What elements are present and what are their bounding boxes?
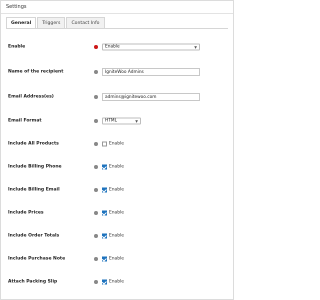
help-circle-icon[interactable] (94, 165, 98, 169)
format-select[interactable]: HTML ▼ (102, 117, 141, 125)
checkbox-box[interactable] (102, 233, 107, 239)
billing-email-label: Include Billing Email (8, 187, 60, 193)
title-divider (1, 13, 233, 14)
checkbox-box[interactable] (102, 279, 107, 285)
row-recipient: Name of the recipient IgniteWoo Admins (1, 66, 235, 78)
tab-triggers[interactable]: Triggers (37, 17, 66, 28)
chevron-down-icon: ▼ (194, 45, 197, 49)
tab-contact-info[interactable]: Contact Info (66, 17, 105, 28)
help-circle-icon[interactable] (94, 119, 98, 123)
help-circle-icon[interactable] (94, 280, 98, 284)
order-totals-text: Enable (109, 233, 124, 239)
prices-checkbox[interactable]: Enable (102, 210, 124, 216)
packing-slip-text: Enable (109, 279, 124, 285)
billing-phone-checkbox[interactable]: Enable (102, 164, 124, 170)
tab-divider (6, 28, 228, 29)
email-input[interactable]: admins@ignitewoo.com (102, 93, 200, 101)
billing-email-checkbox[interactable]: Enable (102, 187, 124, 193)
billing-phone-label: Include Billing Phone (8, 164, 62, 170)
packing-slip-label: Attach Packing Slip (8, 279, 58, 285)
row-all-products: Include All Products Enable (1, 138, 235, 150)
billing-email-text: Enable (109, 187, 124, 193)
recipient-input[interactable]: IgniteWoo Admins (102, 68, 200, 76)
all-products-text: Enable (109, 141, 124, 147)
row-enable: Enable Enable ▼ (1, 41, 235, 53)
purchase-note-checkbox[interactable]: Enable (102, 256, 124, 262)
enable-label: Enable (8, 44, 26, 50)
checkbox-box[interactable] (102, 210, 107, 216)
help-circle-icon[interactable] (94, 45, 98, 49)
row-purchase-note: Include Purchase Note Enable (1, 253, 235, 265)
help-circle-icon[interactable] (94, 95, 98, 99)
row-billing-phone: Include Billing Phone Enable (1, 161, 235, 173)
help-circle-icon[interactable] (94, 188, 98, 192)
help-circle-icon[interactable] (94, 70, 98, 74)
purchase-note-label: Include Purchase Note (8, 256, 66, 262)
settings-panel: Settings General Triggers Contact Info E… (0, 0, 234, 300)
enable-select[interactable]: Enable ▼ (102, 43, 200, 51)
chevron-down-icon: ▼ (135, 119, 138, 123)
checkbox-box[interactable] (102, 256, 107, 262)
enable-select-value: Enable (105, 44, 120, 50)
checkbox-box[interactable] (102, 141, 107, 147)
row-format: Email Format HTML ▼ (1, 115, 235, 127)
row-prices: Include Prices Enable (1, 207, 235, 219)
help-circle-icon[interactable] (94, 257, 98, 261)
checkbox-box[interactable] (102, 164, 107, 170)
tab-bar: General Triggers Contact Info (6, 17, 106, 29)
email-label: Email Address(es) (8, 94, 54, 100)
row-order-totals: Include Order Totals Enable (1, 230, 235, 242)
row-email: Email Address(es) admins@ignitewoo.com (1, 91, 235, 103)
format-select-value: HTML (105, 118, 117, 124)
help-circle-icon[interactable] (94, 234, 98, 238)
help-circle-icon[interactable] (94, 211, 98, 215)
purchase-note-text: Enable (109, 256, 124, 262)
prices-text: Enable (109, 210, 124, 216)
billing-phone-text: Enable (109, 164, 124, 170)
row-billing-email: Include Billing Email Enable (1, 184, 235, 196)
prices-label: Include Prices (8, 210, 44, 216)
recipient-label: Name of the recipient (8, 69, 64, 75)
format-label: Email Format (8, 118, 42, 124)
help-circle-icon[interactable] (94, 142, 98, 146)
row-packing-slip: Attach Packing Slip Enable (1, 276, 235, 288)
all-products-checkbox[interactable]: Enable (102, 141, 124, 147)
order-totals-checkbox[interactable]: Enable (102, 233, 124, 239)
all-products-label: Include All Products (8, 141, 59, 147)
panel-title: Settings (6, 4, 27, 10)
checkbox-box[interactable] (102, 187, 107, 193)
order-totals-label: Include Order Totals (8, 233, 60, 239)
packing-slip-checkbox[interactable]: Enable (102, 279, 124, 285)
